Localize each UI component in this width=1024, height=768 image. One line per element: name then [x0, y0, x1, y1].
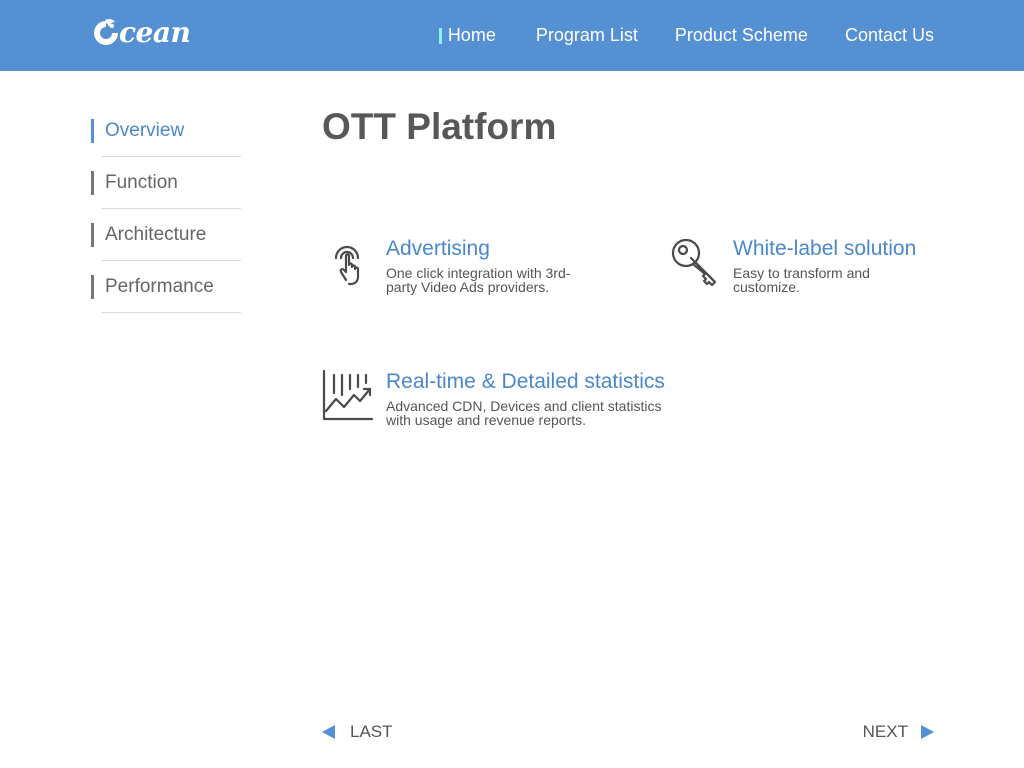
feature-description: Easy to transform and customize. — [733, 265, 870, 295]
top-header: cean Home Program List Product Scheme Co… — [0, 0, 1024, 71]
brand-logo-text: cean — [119, 16, 191, 49]
sidebar-item-function[interactable]: Function — [91, 157, 241, 209]
sidebar-item-performance[interactable]: Performance — [91, 261, 241, 313]
brand-logo[interactable]: cean — [91, 16, 191, 49]
feature-statistics: Real-time & Detailed statistics Advanced… — [322, 369, 671, 427]
sidebar-item-label: Architecture — [105, 223, 207, 245]
feature-description: Advanced CDN, Devices and client statist… — [386, 398, 662, 428]
feature-title: Advertising — [386, 237, 490, 260]
feature-title: White-label solution — [733, 237, 917, 260]
sidebar-item-label: Performance — [105, 275, 214, 297]
next-label: NEXT — [862, 722, 908, 741]
key-icon — [671, 238, 717, 287]
feature-white-label: White-label solution Easy to transform a… — [669, 236, 916, 294]
arrow-right-icon — [921, 725, 934, 739]
statistics-chart-icon — [322, 369, 374, 421]
nav-contact-us[interactable]: Contact Us — [845, 25, 934, 46]
sidebar-item-architecture[interactable]: Architecture — [91, 209, 241, 261]
feature-advertising: Advertising One click integration with 3… — [322, 236, 601, 294]
touch-finger-icon — [334, 245, 360, 286]
sidebar-item-label: Function — [105, 171, 178, 193]
feature-description: One click integration with 3rd-party Vid… — [386, 265, 571, 295]
sidebar-item-label: Overview — [105, 119, 185, 141]
prev-page-button[interactable]: LAST — [322, 722, 393, 742]
nav-product-scheme[interactable]: Product Scheme — [675, 25, 808, 46]
sidebar-item-overview[interactable]: Overview — [91, 105, 241, 157]
arrow-left-icon — [322, 725, 335, 739]
page-title: OTT Platform — [322, 106, 557, 147]
nav-home[interactable]: Home — [439, 25, 496, 46]
sidebar: Overview Function Architecture Performan… — [91, 105, 241, 313]
nav-program-list[interactable]: Program List — [536, 25, 638, 46]
prev-label: LAST — [350, 722, 393, 741]
main-nav: Home Program List Product Scheme Contact… — [439, 0, 934, 71]
next-page-button[interactable]: NEXT — [863, 722, 934, 742]
feature-title: Real-time & Detailed statistics — [386, 370, 665, 393]
ocean-wave-logo-icon — [94, 18, 118, 45]
